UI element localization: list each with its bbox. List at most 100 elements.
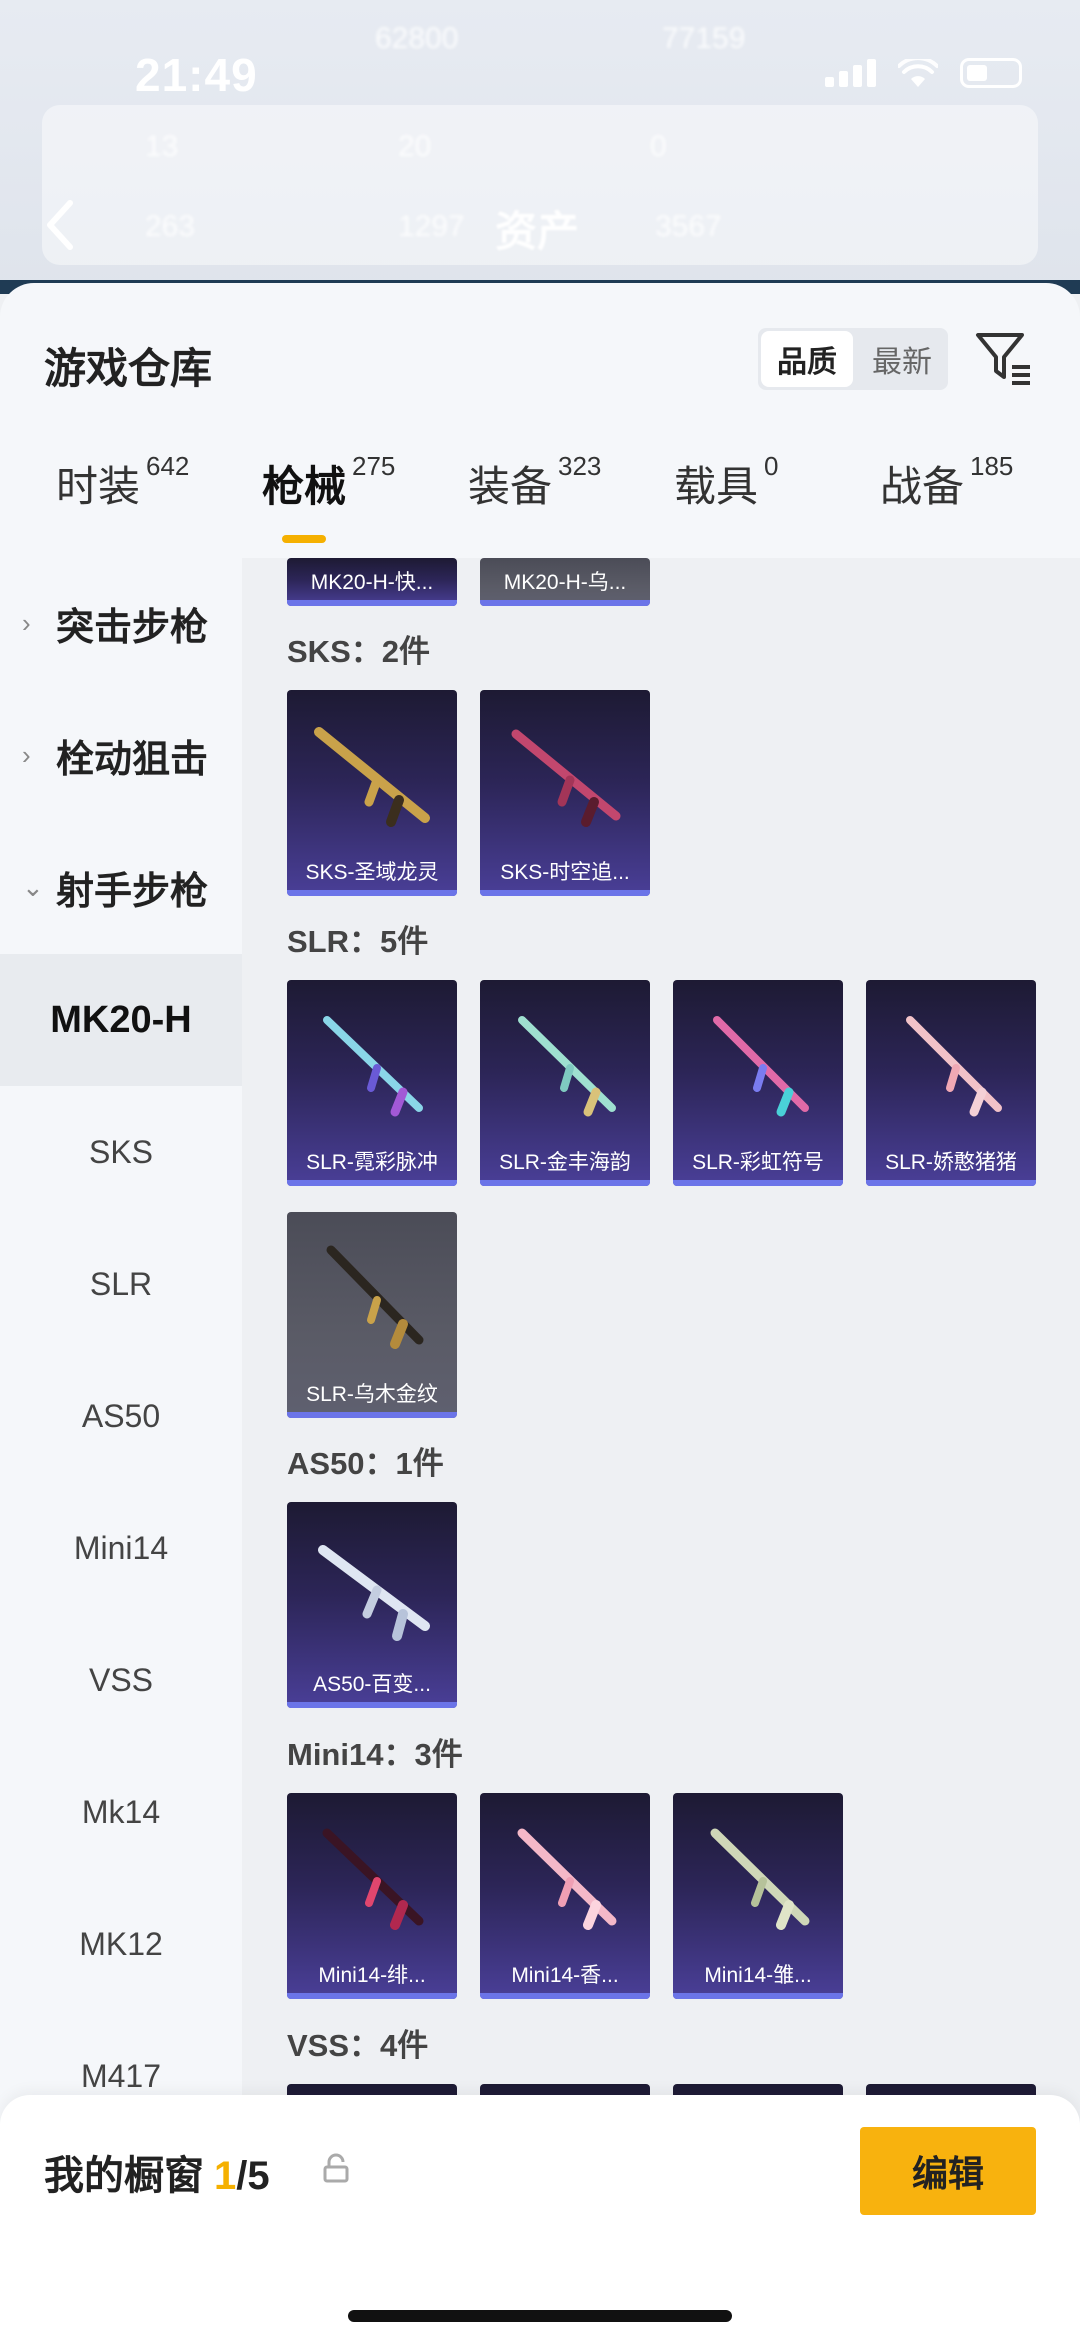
edit-button[interactable]: 编辑: [860, 2127, 1036, 2215]
group-title-as50: AS50：1件: [287, 1446, 444, 1481]
warehouse-sheet: 游戏仓库 品质 最新 时装 642 枪械 275 装备 323 载具 0 战备 …: [0, 283, 1080, 2341]
tab-vehicles[interactable]: 载具 0: [674, 451, 779, 514]
skin-name: SLR-彩虹符号: [692, 1151, 824, 1174]
skin-card[interactable]: MK20-H-快...: [287, 558, 457, 606]
rifle-icon: [906, 1016, 1002, 1117]
skin-name: SLR-娇憨猪猪: [885, 1151, 1017, 1174]
rifle-icon: [323, 1016, 423, 1117]
wifi-icon: [897, 56, 939, 87]
active-tab-indicator: [282, 535, 326, 543]
tab-label: 装备: [468, 463, 553, 510]
signal-icon: [825, 59, 876, 87]
showcase-title: 我的橱窗: [44, 2154, 204, 2198]
tab-weapons[interactable]: 枪械 275: [262, 451, 396, 514]
tab-equipment[interactable]: 装备 323: [468, 451, 602, 514]
skin-name: Mini14-绯...: [318, 1964, 426, 1987]
weapon-grid: MK20-H-快... MK20-H-乌... SKS：2件 SKS-圣域龙灵 …: [242, 558, 1080, 2341]
sidebar-item-vss[interactable]: VSS: [0, 1614, 242, 1746]
skin-card[interactable]: SLR-霓彩脉冲: [287, 980, 457, 1186]
tab-label: 战备: [880, 463, 965, 510]
sidebar-item-mk12[interactable]: MK12: [0, 1878, 242, 2010]
sidebar-category-marksman-rifle[interactable]: ⌄ 射手步枪: [0, 822, 242, 952]
sort-latest-button[interactable]: 最新: [856, 328, 948, 390]
tab-fashion[interactable]: 时装 642: [56, 451, 190, 514]
filter-icon[interactable]: [972, 327, 1034, 389]
sidebar-item-mk14[interactable]: Mk14: [0, 1746, 242, 1878]
chevron-right-icon: ›: [22, 607, 31, 638]
skin-card[interactable]: SKS-圣域龙灵: [287, 690, 457, 896]
sidebar-category-label: 突击步枪: [56, 606, 209, 649]
sidebar-category-bolt-sniper[interactable]: › 栓动狙击: [0, 690, 242, 820]
skin-card[interactable]: SLR-彩虹符号: [673, 980, 843, 1186]
home-indicator: [348, 2310, 732, 2322]
sidebar-category-label: 射手步枪: [56, 870, 209, 913]
category-tabs: 时装 642 枪械 275 装备 323 载具 0 战备 185: [0, 451, 1080, 533]
weapon-sidebar: › 突击步枪 › 栓动狙击 ⌄ 射手步枪 MK20-H SKS SLR AS50…: [0, 558, 242, 2341]
skin-name: SLR-金丰海韵: [499, 1151, 631, 1174]
battery-icon: [960, 58, 1022, 88]
sort-quality-button[interactable]: 品质: [761, 331, 853, 387]
blurred-stat: 13: [145, 130, 179, 163]
skin-card[interactable]: Mini14-绯...: [287, 1793, 457, 1999]
skin-card[interactable]: SLR-乌木金纹: [287, 1212, 457, 1418]
chevron-down-icon: ⌄: [22, 871, 44, 902]
rifle-icon: [314, 727, 430, 827]
sidebar-item-sks[interactable]: SKS: [0, 1086, 242, 1218]
rifle-icon: [318, 1545, 430, 1641]
group-title-mini14: Mini14：3件: [287, 1737, 463, 1772]
group-title-sks: SKS：2件: [287, 634, 430, 669]
tab-label: 枪械: [262, 463, 347, 510]
group-title-vss: VSS：4件: [287, 2028, 429, 2063]
tab-count: 642: [146, 451, 190, 481]
lock-icon: [323, 2153, 349, 2183]
page-title: 资产: [495, 208, 580, 255]
skin-name: Mini14-香...: [511, 1964, 619, 1987]
group-title-slr: SLR：5件: [287, 924, 429, 959]
tab-count: 323: [558, 451, 602, 481]
background-header: 21:49 62800 77159 13 20 0 263 1297 3567 …: [0, 0, 1080, 290]
skin-card[interactable]: Mini14-雏...: [673, 1793, 843, 1999]
skin-name: Mini14-雏...: [704, 1964, 812, 1987]
blurred-stat: 77159: [662, 22, 746, 55]
skin-name: SLR-乌木金纹: [306, 1383, 438, 1406]
showcase-label: 我的橱窗 1 /5: [44, 2143, 270, 2201]
rifle-icon: [517, 1828, 617, 1930]
blurred-stat: 0: [650, 130, 667, 163]
tab-count: 275: [352, 451, 396, 481]
tab-label: 载具: [674, 463, 759, 510]
skin-card[interactable]: Mini14-香...: [480, 1793, 650, 1999]
skin-card[interactable]: AS50-百变...: [287, 1502, 457, 1708]
sidebar-item-mini14[interactable]: Mini14: [0, 1482, 242, 1614]
sidebar-category-assault-rifle[interactable]: › 突击步枪: [0, 558, 242, 688]
blurred-stat: 20: [398, 130, 432, 163]
skin-name: SKS-圣域龙灵: [305, 861, 439, 884]
skin-card[interactable]: SKS-时空追...: [480, 690, 650, 896]
status-icons: [825, 56, 1022, 88]
blurred-stat: 62800: [375, 22, 459, 55]
blurred-stat: 3567: [655, 210, 722, 243]
sidebar-item-as50[interactable]: AS50: [0, 1350, 242, 1482]
rifle-icon: [518, 1016, 616, 1117]
sheet-title: 游戏仓库: [44, 345, 213, 392]
skin-card[interactable]: MK20-H-乌...: [480, 558, 650, 606]
skin-card[interactable]: SLR-金丰海韵: [480, 980, 650, 1186]
skin-name: SKS-时空追...: [500, 861, 630, 884]
sidebar-item-mk20h[interactable]: MK20-H: [0, 954, 242, 1086]
skin-card[interactable]: SLR-娇憨猪猪: [866, 980, 1036, 1186]
tab-count: 0: [764, 451, 779, 481]
rifle-icon: [713, 1016, 809, 1117]
rifle-icon: [511, 729, 621, 827]
skin-name: MK20-H-快...: [310, 571, 434, 594]
sidebar-item-slr[interactable]: SLR: [0, 1218, 242, 1350]
blurred-stat: 263: [145, 210, 196, 243]
tab-count: 185: [970, 451, 1014, 481]
rifle-icon: [326, 1245, 424, 1349]
showcase-total: /5: [236, 2154, 270, 2198]
rifle-icon: [710, 1828, 810, 1930]
skin-name: MK20-H-乌...: [503, 571, 627, 594]
showcase-current: 1: [214, 2154, 237, 2198]
blurred-stat: 1297: [398, 210, 465, 243]
back-arrow-icon[interactable]: [40, 195, 80, 255]
chevron-right-icon: ›: [22, 739, 31, 770]
tab-supplies[interactable]: 战备 185: [880, 451, 1014, 514]
